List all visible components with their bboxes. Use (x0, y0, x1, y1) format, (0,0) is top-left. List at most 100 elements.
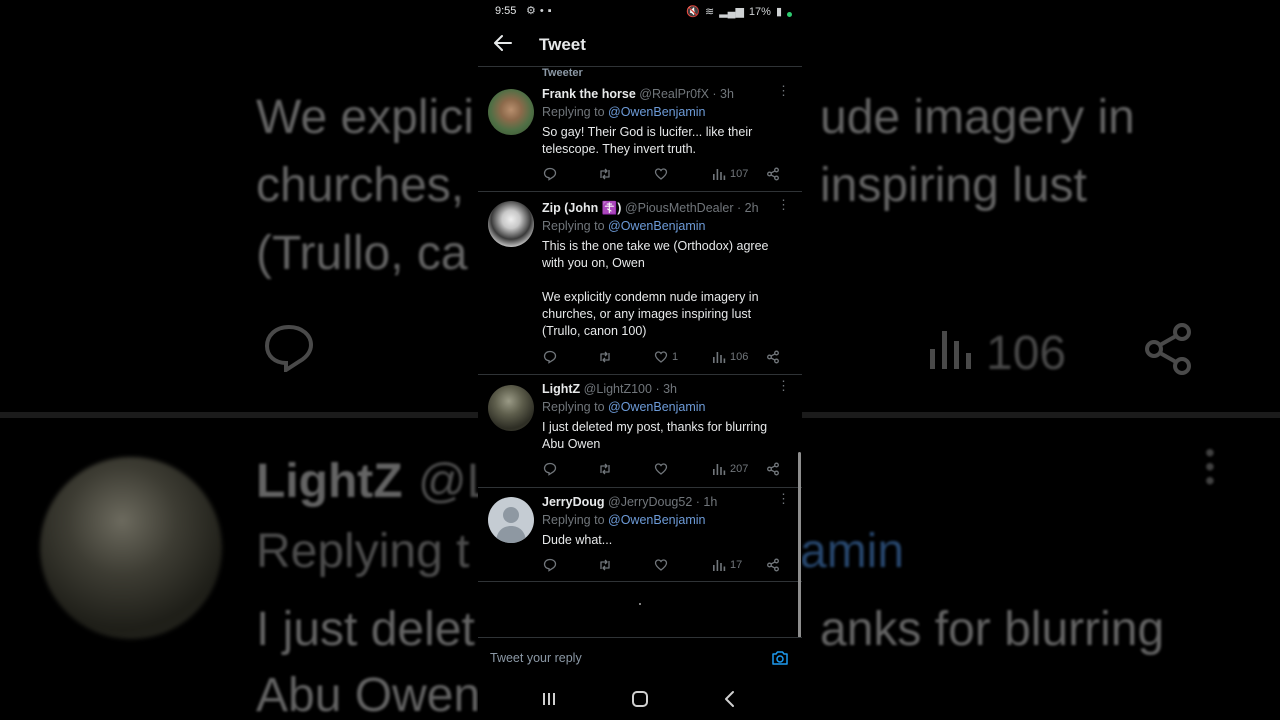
share-button[interactable] (766, 350, 780, 364)
like-button[interactable] (654, 462, 672, 476)
replying-prefix: Replying to (542, 105, 609, 119)
replying-prefix: Replying to (542, 400, 609, 414)
tweet-header: LightZ @LightZ100 · 3h (542, 382, 677, 396)
reply-button[interactable] (543, 558, 561, 572)
mention-link[interactable]: @OwenBenjamin (608, 219, 705, 233)
share-button[interactable] (766, 167, 780, 181)
bg-text-line3: (Trullo, ca (256, 227, 468, 280)
bg-text-line1b: ude imagery in (820, 91, 1135, 144)
share-button[interactable] (766, 462, 780, 476)
views-icon (713, 169, 726, 180)
avatar[interactable] (488, 201, 534, 247)
loading-indicator (639, 603, 641, 605)
retweet-button[interactable] (598, 558, 616, 572)
display-name[interactable]: JerryDoug (542, 495, 605, 509)
more-icon[interactable]: ⋮ (777, 83, 790, 99)
reply-icon (543, 558, 557, 572)
view-count: 17 (730, 559, 743, 571)
handle[interactable]: @JerryDoug52 (608, 495, 692, 509)
share-button[interactable] (766, 558, 780, 572)
views-button[interactable]: 106 (712, 350, 748, 364)
display-name[interactable]: LightZ (542, 382, 580, 396)
reply-button[interactable] (543, 462, 561, 476)
mention-link[interactable]: @OwenBenjamin (608, 105, 705, 119)
bg-reply-icon (264, 324, 314, 372)
timestamp: · 3h (712, 87, 734, 101)
view-count: 107 (730, 168, 749, 180)
nav-back-icon[interactable] (723, 690, 737, 708)
tweet-header: Frank the horse @RealPr0fX · 3h (542, 87, 734, 101)
mention-link[interactable]: @OwenBenjamin (608, 513, 705, 527)
more-icon[interactable]: ⋮ (777, 197, 790, 213)
mention-link[interactable]: @OwenBenjamin (608, 400, 705, 414)
bg-body-line2: Abu Owen (256, 669, 481, 720)
bg-text-line2b: inspiring lust (820, 159, 1087, 212)
more-icon[interactable]: ⋮ (777, 491, 790, 507)
reply-composer (478, 637, 802, 676)
back-arrow-icon[interactable] (492, 32, 514, 54)
like-button[interactable] (654, 167, 672, 181)
replying-to: Replying to @OwenBenjamin (542, 219, 705, 233)
views-icon (713, 464, 726, 475)
share-icon (767, 167, 779, 181)
camera-icon[interactable] (771, 650, 789, 666)
retweet-button[interactable] (598, 167, 616, 181)
tweet-text: This is the one take we (Orthodox) agree… (542, 239, 769, 338)
retweet-icon (600, 559, 610, 571)
replying-to: Replying to @OwenBenjamin (542, 400, 705, 414)
header: Tweet (478, 24, 802, 67)
like-count: 1 (672, 351, 679, 363)
views-button[interactable]: 207 (712, 462, 748, 476)
avatar[interactable] (488, 385, 534, 431)
recents-icon[interactable] (541, 690, 557, 708)
handle[interactable]: @PiousMethDealer (625, 201, 734, 215)
views-button[interactable]: 107 (712, 167, 748, 181)
tweet[interactable]: JerryDoug @JerryDoug52 · 1h ⋮ Replying t… (478, 488, 802, 582)
like-button[interactable] (654, 558, 672, 572)
status-notification-icons: ⚙•▪ (526, 5, 556, 17)
signal-icon: ▂▄▆ (719, 6, 744, 18)
display-name[interactable]: Zip (John ☦️) (542, 201, 621, 215)
bg-share-icon (1145, 323, 1191, 375)
timestamp: · 2h (736, 201, 759, 215)
retweet-button[interactable] (598, 462, 616, 476)
reply-icon (543, 462, 557, 476)
tweet-actions: 107 (542, 165, 786, 183)
like-button[interactable]: 1 (654, 350, 678, 364)
tweet-actions: 207 (542, 460, 786, 478)
home-icon[interactable] (631, 690, 649, 708)
bg-views-count: 106 (986, 327, 1067, 380)
replying-prefix: Replying to (542, 219, 609, 233)
more-icon[interactable]: ⋮ (777, 378, 790, 394)
bg-text-line2: churches, (256, 159, 465, 212)
view-count: 106 (730, 351, 749, 363)
tweet-actions: 17 (542, 556, 786, 574)
phone-screen: 9:55 ⚙•▪ 🔇 ≋ ▂▄▆ 17% ▮ Tweet Tweeter Fra… (478, 0, 802, 720)
bg-mention: amin (800, 525, 905, 578)
retweet-icon (600, 168, 610, 180)
tweet-text: I just deleted my post, thanks for blurr… (542, 420, 768, 451)
reply-feed: Tweeter Frank the horse @RealPr0fX · 3h … (478, 67, 802, 637)
tweet[interactable]: Frank the horse @RealPr0fX · 3h ⋮ Replyi… (478, 79, 802, 192)
status-time: 9:55 (495, 5, 517, 17)
reply-input[interactable] (488, 644, 752, 672)
views-button[interactable]: 17 (712, 558, 742, 572)
handle[interactable]: @LightZ100 (584, 382, 652, 396)
views-icon (713, 560, 726, 571)
display-name[interactable]: Frank the horse (542, 87, 636, 101)
avatar[interactable] (488, 497, 534, 543)
share-icon (767, 558, 779, 572)
reply-button[interactable] (543, 167, 561, 181)
scrollbar[interactable] (798, 452, 801, 638)
charging-dot (787, 11, 792, 17)
tweet[interactable]: Zip (John ☦️) @PiousMethDealer · 2h ⋮ Re… (478, 192, 802, 375)
replying-to: Replying to @OwenBenjamin (542, 513, 705, 527)
avatar[interactable] (488, 89, 534, 135)
retweet-button[interactable] (598, 350, 616, 364)
bg-more-dots: • • • (1205, 437, 1215, 496)
bg-body-line1: I just delet (256, 603, 475, 656)
reply-button[interactable] (543, 350, 561, 364)
reply-icon (543, 167, 557, 181)
handle[interactable]: @RealPr0fX (639, 87, 709, 101)
tweet[interactable]: LightZ @LightZ100 · 3h ⋮ Replying to @Ow… (478, 375, 802, 488)
